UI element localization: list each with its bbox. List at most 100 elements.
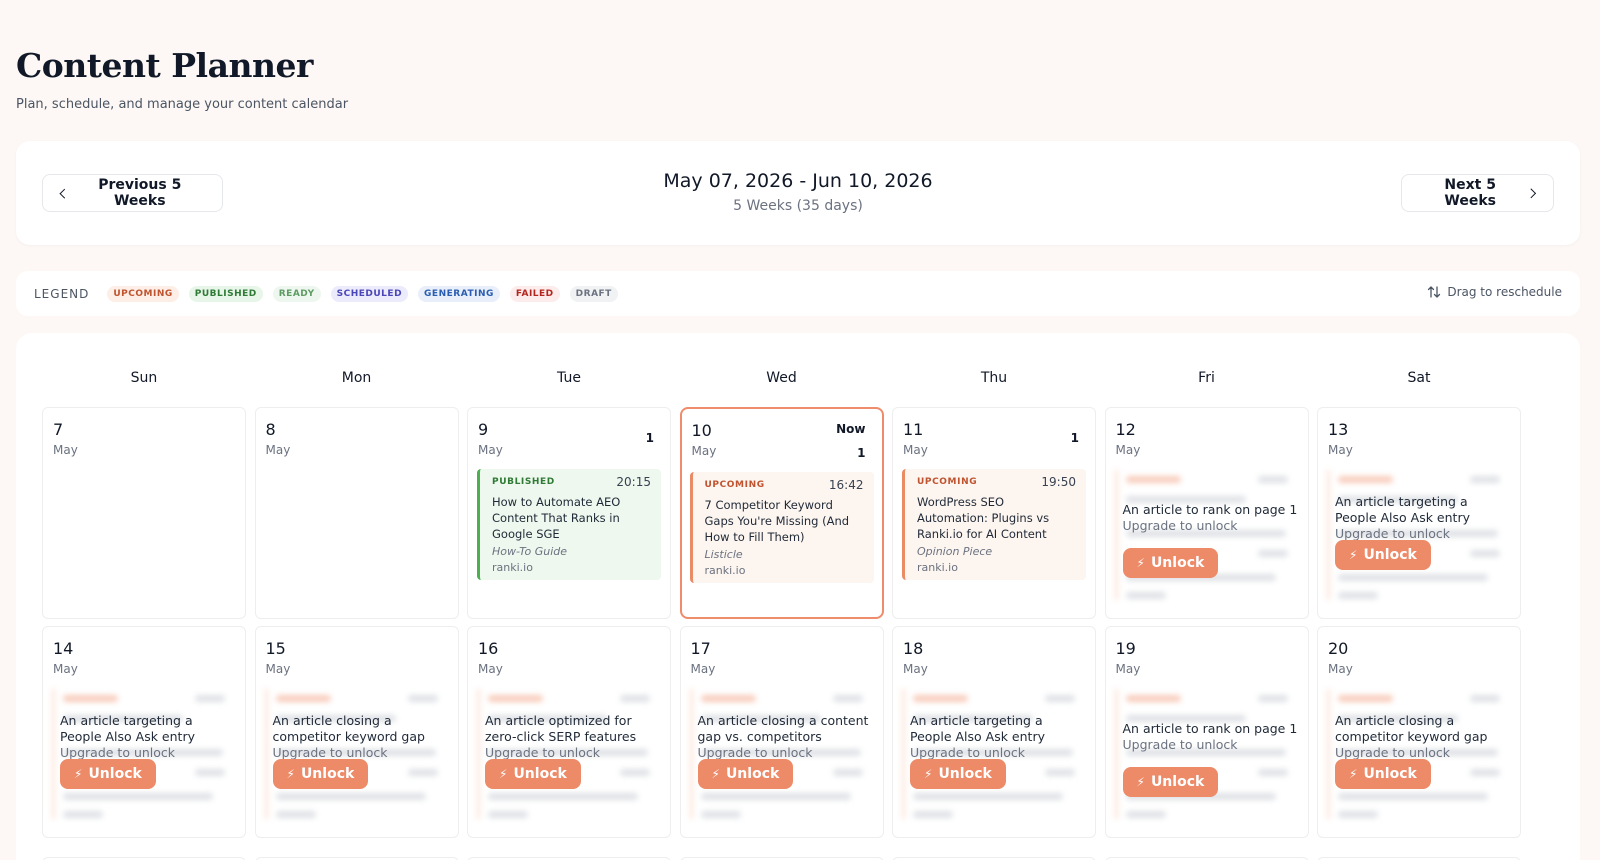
locked-title: An article targeting a People Also Ask e… [60, 713, 195, 744]
event-count: 1 [857, 446, 866, 460]
drag-hint-label: Drag to reschedule [1447, 285, 1562, 299]
event-count: 1 [645, 431, 654, 445]
legend-chip-scheduled: SCHEDULED [330, 285, 409, 302]
blurred-line [1470, 476, 1500, 483]
blurred-line [1257, 476, 1288, 483]
event-site: ranki.io [704, 564, 746, 577]
sort-arrows-icon [1428, 286, 1441, 298]
blurred-line [1338, 476, 1393, 483]
lightning-icon: ⚡ [1136, 556, 1145, 570]
lightning-icon: ⚡ [499, 767, 508, 781]
day-cell-11[interactable]: 11 May 1 UPCOMING 19:50 WordPress SEO Automat… [892, 407, 1096, 619]
locked-description: An article targeting a People Also Ask e… [1335, 494, 1512, 542]
legend-chip-published: PUBLISHED [188, 285, 263, 302]
status-badge: UPCOMING [704, 480, 765, 490]
day-number: 17 [690, 639, 711, 658]
day-month: May [1328, 662, 1353, 676]
day-number: 16 [478, 639, 499, 658]
day-cell-18[interactable]: 18 May An article targeting a People Also … [892, 626, 1096, 838]
blurred-line [1257, 769, 1288, 776]
legend-chip-upcoming: UPCOMING [107, 285, 179, 302]
event-type: Listicle [704, 548, 743, 561]
date-range-navigator: Previous 5 Weeks May 07, 2026 - Jun 10, … [16, 141, 1580, 245]
next-weeks-button[interactable]: Next 5 Weeks [1401, 174, 1554, 212]
unlock-button[interactable]: ⚡ Unlock [697, 759, 794, 789]
chevron-right-icon [1526, 188, 1537, 198]
unlock-button[interactable]: ⚡ Unlock [272, 759, 369, 789]
locked-description: An article closing a competitor keyword … [1335, 713, 1512, 761]
day-month: May [903, 662, 928, 676]
unlock-button[interactable]: ⚡ Unlock [1335, 540, 1431, 570]
day-cell-19[interactable]: 19 May An article to rank on page 1 Upgrade… [1104, 626, 1309, 838]
unlock-label: Unlock [88, 766, 142, 782]
event-time: 16:42 [828, 478, 864, 492]
event-site: ranki.io [492, 561, 533, 574]
day-number: 20 [1328, 639, 1349, 658]
day-cell-8[interactable]: 8 May [254, 407, 459, 619]
locked-description: An article optimized for zero-click SERP… [485, 713, 662, 761]
day-number: 12 [1115, 420, 1136, 439]
day-month: May [903, 443, 928, 457]
day-cell-16[interactable]: 16 May An article optimized for zero-click… [467, 626, 671, 838]
blurred-line [63, 695, 118, 702]
unlock-button[interactable]: ⚡ Unlock [1122, 767, 1219, 797]
locked-title: An article to rank on page 1 [1122, 721, 1298, 736]
legend-chip-generating: GENERATING [418, 285, 500, 302]
blurred-line [832, 695, 863, 702]
calendar-grid: Sun Mon Tue Wed Thu Fri Sat 7 May 8 May 9 May 1 PUBLIS… [16, 333, 1580, 860]
blurred-line [1470, 769, 1500, 776]
legend-chip-failed: FAILED [509, 285, 560, 302]
page-subtitle: Plan, schedule, and manage your content … [16, 97, 349, 112]
day-cell-15[interactable]: 15 May An article closing a competitor key… [254, 626, 459, 838]
day-month: May [478, 443, 503, 457]
blurred-line [1257, 695, 1288, 702]
day-cell-9[interactable]: 9 May 1 PUBLISHED 20:15 How to Automate AEO C… [467, 407, 671, 619]
now-indicator: Now [836, 422, 866, 436]
event-time: 20:15 [616, 475, 651, 489]
day-cell-12[interactable]: 12 May An article to rank on page 1 Upgrade… [1104, 407, 1309, 619]
lightning-icon: ⚡ [711, 767, 720, 781]
day-cell-20[interactable]: 20 May An article closing a competitor key… [1317, 626, 1521, 838]
event-card[interactable]: UPCOMING 19:50 WordPress SEO Automation: P… [902, 469, 1086, 580]
unlock-label: Unlock [725, 766, 780, 782]
weekday-header-fri: Fri [1198, 370, 1215, 386]
unlock-button[interactable]: ⚡ Unlock [1335, 759, 1431, 789]
legend-chip-ready: READY [272, 285, 321, 302]
locked-description: An article to rank on page 1 Upgrade to u… [1123, 502, 1300, 534]
unlock-button[interactable]: ⚡ Unlock [910, 759, 1006, 789]
blurred-line [913, 811, 953, 818]
day-cell-10[interactable]: 10 May Now 1 UPCOMING 16:42 7 Competitor Keywo… [679, 407, 884, 619]
lightning-icon: ⚡ [286, 767, 295, 781]
event-header: PUBLISHED 20:15 [492, 475, 651, 489]
locked-description: An article targeting a People Also Ask e… [60, 713, 237, 761]
day-month: May [690, 662, 716, 676]
day-cell-13[interactable]: 13 May An article targeting a People Also … [1317, 407, 1521, 619]
unlock-button[interactable]: ⚡ Unlock [485, 759, 581, 789]
day-cell-7[interactable]: 7 May [42, 407, 246, 619]
locked-placeholder [1114, 470, 1299, 600]
blurred-line [700, 793, 851, 800]
unlock-button[interactable]: ⚡ Unlock [1122, 548, 1219, 578]
blurred-line [1338, 793, 1488, 800]
weekday-header-wed: Wed [766, 370, 797, 386]
event-count: 1 [1070, 431, 1079, 445]
blurred-line [1338, 695, 1393, 702]
day-cell-14[interactable]: 14 May An article targeting a People Also … [42, 626, 246, 838]
blurred-line [275, 811, 316, 818]
event-card[interactable]: PUBLISHED 20:15 How to Automate AEO Conten… [477, 469, 661, 580]
weekday-header-mon: Mon [341, 370, 372, 386]
locked-title: An article closing a content gap vs. com… [697, 713, 869, 744]
unlock-button[interactable]: ⚡ Unlock [60, 759, 156, 789]
blurred-line [832, 769, 863, 776]
day-cell-17[interactable]: 17 May An article closing a content gap vs… [679, 626, 884, 838]
day-number: 9 [478, 420, 489, 439]
event-header: UPCOMING 16:42 [705, 478, 864, 492]
event-card[interactable]: UPCOMING 16:42 7 Competitor Keyword Gaps Y… [689, 472, 874, 583]
status-badge: PUBLISHED [492, 477, 555, 487]
blurred-line [1045, 769, 1075, 776]
blurred-line [1125, 592, 1166, 599]
locked-description: An article closing a competitor keyword … [273, 713, 450, 761]
blurred-line [913, 793, 1063, 800]
event-title: How to Automate AEO Content That Ranks i… [492, 495, 621, 541]
locked-description: An article to rank on page 1 Upgrade to u… [1123, 721, 1300, 753]
